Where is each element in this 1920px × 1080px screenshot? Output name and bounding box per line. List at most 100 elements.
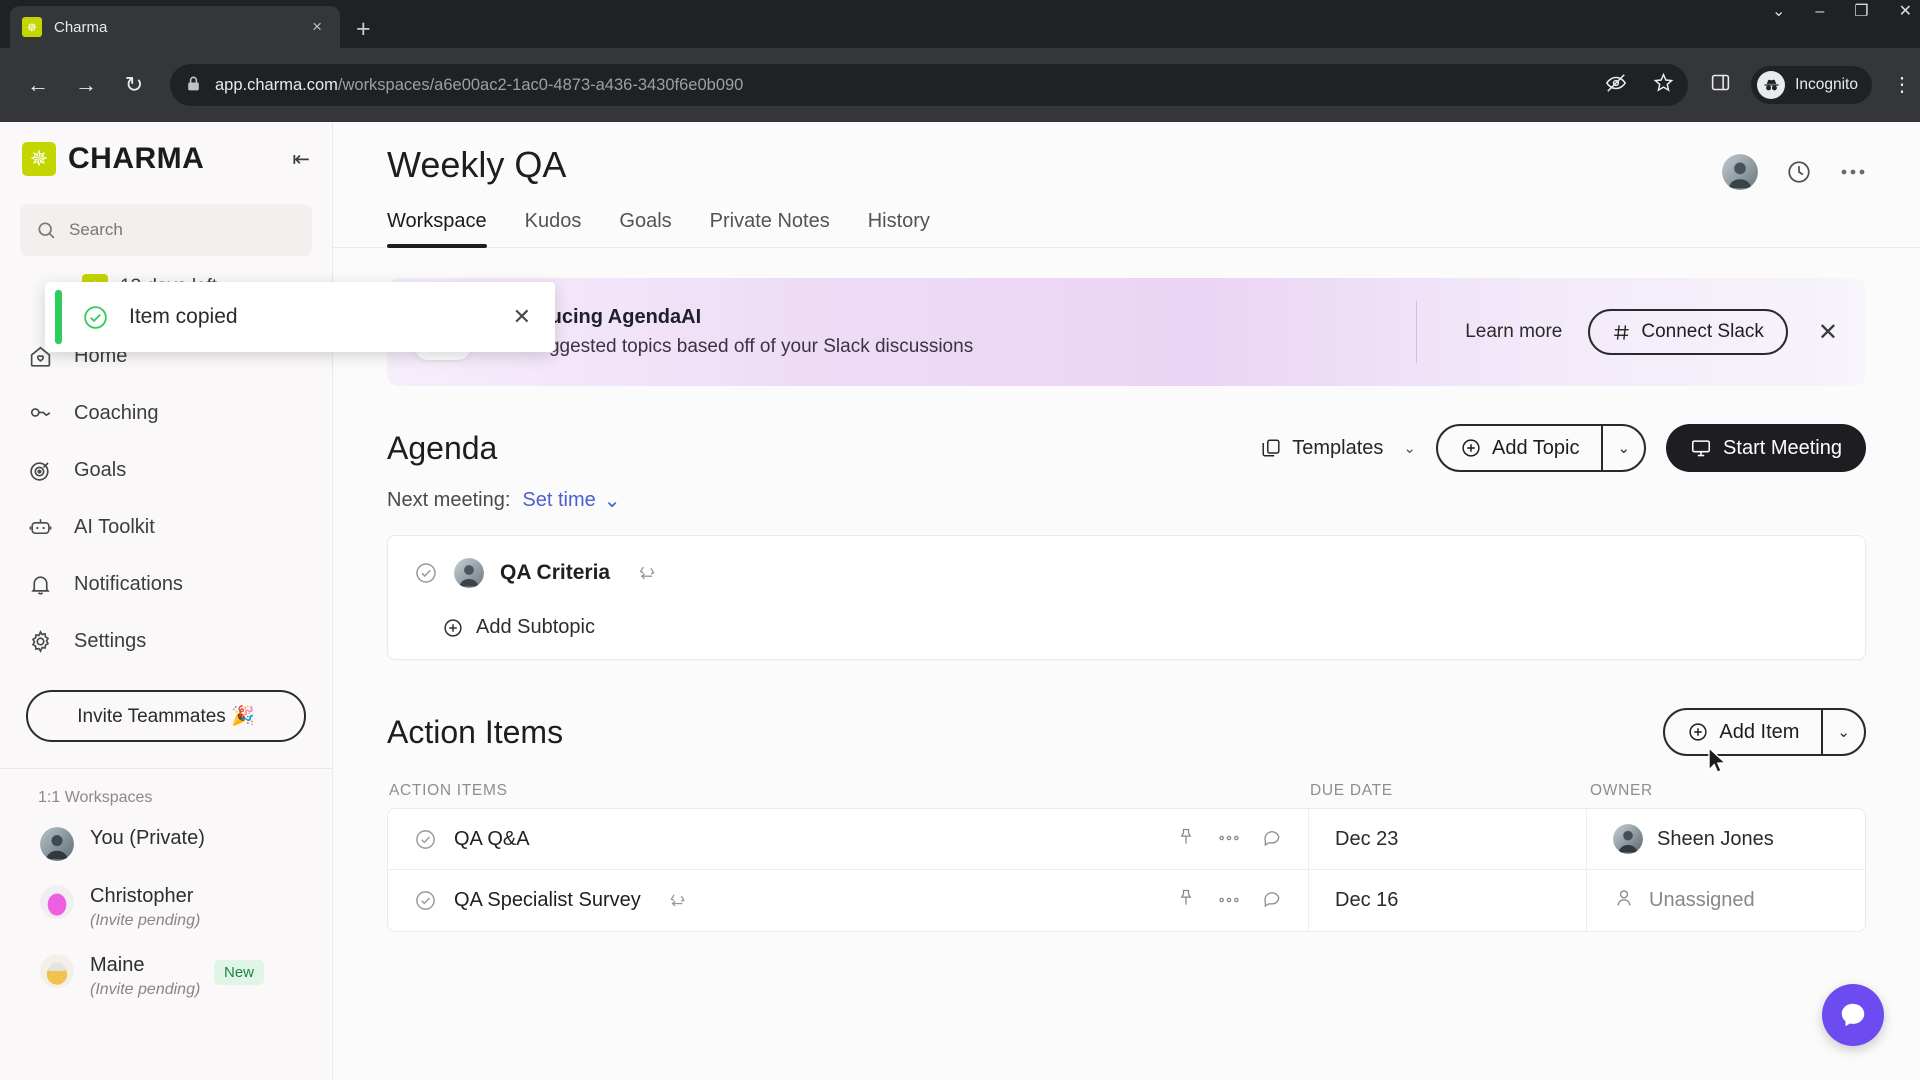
- check-circle-icon[interactable]: [414, 827, 438, 851]
- close-icon[interactable]: ×: [306, 17, 328, 37]
- action-item-owner[interactable]: Unassigned: [1587, 870, 1865, 931]
- add-topic-dropdown[interactable]: ⌄: [1603, 426, 1644, 470]
- search-input[interactable]: Search: [20, 204, 312, 256]
- incognito-profile-chip[interactable]: Incognito: [1751, 66, 1872, 104]
- close-icon[interactable]: ✕: [1818, 318, 1838, 347]
- window-controls: ⌄ – ❐ ✕: [1772, 4, 1912, 20]
- tab-history[interactable]: History: [868, 210, 930, 247]
- sidebar-item-settings[interactable]: Settings: [0, 613, 332, 670]
- table-row[interactable]: QA Specialist Survey Dec 16 Unassigned: [388, 870, 1865, 931]
- incognito-icon: [1757, 71, 1786, 99]
- connect-slack-label: Connect Slack: [1641, 321, 1764, 342]
- bookmark-star-icon[interactable]: [1653, 72, 1674, 98]
- pin-icon[interactable]: [1176, 827, 1196, 852]
- comment-icon[interactable]: [1262, 827, 1282, 852]
- charma-logo-icon: ✵: [22, 17, 42, 37]
- forward-button[interactable]: →: [64, 63, 108, 107]
- maximize-button[interactable]: ❐: [1854, 4, 1868, 20]
- tab-goals[interactable]: Goals: [619, 210, 671, 247]
- avatar: [40, 827, 74, 861]
- table-row[interactable]: QA Q&A Dec 23 Sheen Jones: [388, 809, 1865, 870]
- avatar[interactable]: [1722, 154, 1758, 190]
- agenda-topic-title: QA Criteria: [500, 561, 611, 584]
- workspace-status: (Invite pending): [90, 981, 201, 998]
- add-subtopic-button[interactable]: Add Subtopic: [442, 616, 1839, 639]
- agenda-heading: Agenda: [387, 429, 498, 466]
- agenda-header: Agenda Templates ⌄ Add Topic ⌄ Start Mee…: [387, 424, 1866, 472]
- next-meeting-row: Next meeting: Set time ⌄: [387, 488, 1866, 513]
- minimize-button[interactable]: –: [1815, 4, 1824, 20]
- sidebar-item-goals[interactable]: Goals: [0, 442, 332, 499]
- more-horizontal-icon[interactable]: [1840, 166, 1866, 178]
- collapse-sidebar-button[interactable]: ⇤: [292, 147, 310, 172]
- more-horizontal-icon[interactable]: [1218, 830, 1240, 848]
- workspace-panel: Introducing AgendaAI Get suggested topic…: [333, 248, 1920, 932]
- workspace-status: (Invite pending): [90, 912, 201, 929]
- reload-button[interactable]: ↻: [112, 63, 156, 107]
- sidebar-item-coaching[interactable]: Coaching: [0, 385, 332, 442]
- eye-slash-icon[interactable]: [1605, 72, 1627, 99]
- owner-name: Unassigned: [1649, 889, 1755, 911]
- learn-more-link[interactable]: Learn more: [1465, 321, 1562, 343]
- chevron-down-icon[interactable]: ⌄: [1403, 439, 1416, 457]
- browser-tab[interactable]: ✵ Charma ×: [10, 6, 340, 48]
- page-title: Weekly QA: [387, 144, 567, 185]
- recurring-icon[interactable]: [636, 562, 658, 584]
- goals-target-icon: [26, 457, 54, 485]
- templates-button[interactable]: Templates: [1260, 437, 1383, 460]
- add-topic-button[interactable]: Add Topic ⌄: [1435, 424, 1647, 472]
- add-subtopic-label: Add Subtopic: [476, 616, 595, 638]
- app-logo-text: CHARMA: [68, 142, 205, 175]
- promo-subtitle: Get suggested topics based off of your S…: [493, 336, 974, 357]
- action-items-heading: Action Items: [387, 713, 564, 750]
- workspaces-section-label: 1:1 Workspaces: [38, 789, 153, 806]
- workspace-item-christopher[interactable]: Christopher (Invite pending): [26, 873, 306, 942]
- tab-kudos[interactable]: Kudos: [525, 210, 582, 247]
- app-logo[interactable]: ✵ CHARMA: [22, 142, 204, 176]
- action-item-due-date[interactable]: Dec 16: [1309, 870, 1587, 931]
- clock-icon[interactable]: [1786, 159, 1812, 185]
- avatar: [454, 558, 484, 588]
- workspace-name: Christopher: [90, 885, 194, 907]
- toast-message: Item copied: [129, 305, 238, 328]
- sidebar-item-notifications[interactable]: Notifications: [0, 556, 332, 613]
- comment-icon[interactable]: [1262, 888, 1282, 913]
- window-close-button[interactable]: ✕: [1899, 4, 1912, 20]
- add-item-dropdown[interactable]: ⌄: [1823, 710, 1864, 754]
- set-time-button[interactable]: Set time ⌄: [522, 488, 620, 513]
- invite-teammates-button[interactable]: Invite Teammates 🎉: [26, 690, 306, 742]
- set-time-label: Set time: [522, 489, 596, 511]
- omnibox-actions: [1605, 72, 1674, 99]
- address-bar[interactable]: app.charma.com/workspaces/a6e00ac2-1ac0-…: [170, 64, 1689, 106]
- check-circle-icon[interactable]: [414, 889, 438, 913]
- action-item-owner[interactable]: Sheen Jones: [1587, 809, 1865, 869]
- check-circle-icon[interactable]: [414, 561, 438, 585]
- pin-icon[interactable]: [1176, 888, 1196, 913]
- sidebar-item-ai-toolkit[interactable]: AI Toolkit: [0, 499, 332, 556]
- invite-teammates-label: Invite Teammates 🎉: [77, 706, 255, 727]
- kebab-menu-icon[interactable]: ⋮: [1892, 75, 1912, 95]
- agenda-topic-row[interactable]: QA Criteria: [414, 558, 1839, 588]
- avatar: [40, 954, 74, 988]
- side-panel-icon[interactable]: [1710, 72, 1731, 98]
- action-item-due-date[interactable]: Dec 23: [1309, 809, 1587, 869]
- intercom-chat-button[interactable]: [1822, 984, 1884, 1046]
- sidebar: ✵ CHARMA ⇤ Search ✵ 13 days left Home: [0, 122, 333, 1080]
- start-meeting-button[interactable]: Start Meeting: [1666, 424, 1866, 472]
- sidebar-item-label: Notifications: [74, 573, 183, 595]
- more-horizontal-icon[interactable]: [1218, 892, 1240, 910]
- back-button[interactable]: ←: [16, 63, 60, 107]
- workspace-item-you[interactable]: You (Private): [26, 815, 306, 873]
- workspace-item-maine[interactable]: Maine (Invite pending) New: [26, 942, 306, 1011]
- sidebar-item-label: Settings: [74, 630, 147, 652]
- new-tab-button[interactable]: +: [356, 17, 371, 42]
- connect-slack-button[interactable]: Connect Slack: [1588, 309, 1788, 355]
- add-item-button[interactable]: Add Item ⌄: [1663, 708, 1866, 756]
- recurring-icon[interactable]: [667, 890, 688, 911]
- close-icon[interactable]: ✕: [513, 304, 531, 330]
- action-item-name-cell: QA Q&A: [388, 809, 1309, 869]
- browser-tab-strip: ✵ Charma × + ⌄ – ❐ ✕: [0, 0, 1920, 48]
- tab-workspace[interactable]: Workspace: [387, 210, 487, 248]
- chevron-down-icon[interactable]: ⌄: [1772, 4, 1785, 20]
- tab-private-notes[interactable]: Private Notes: [710, 210, 830, 247]
